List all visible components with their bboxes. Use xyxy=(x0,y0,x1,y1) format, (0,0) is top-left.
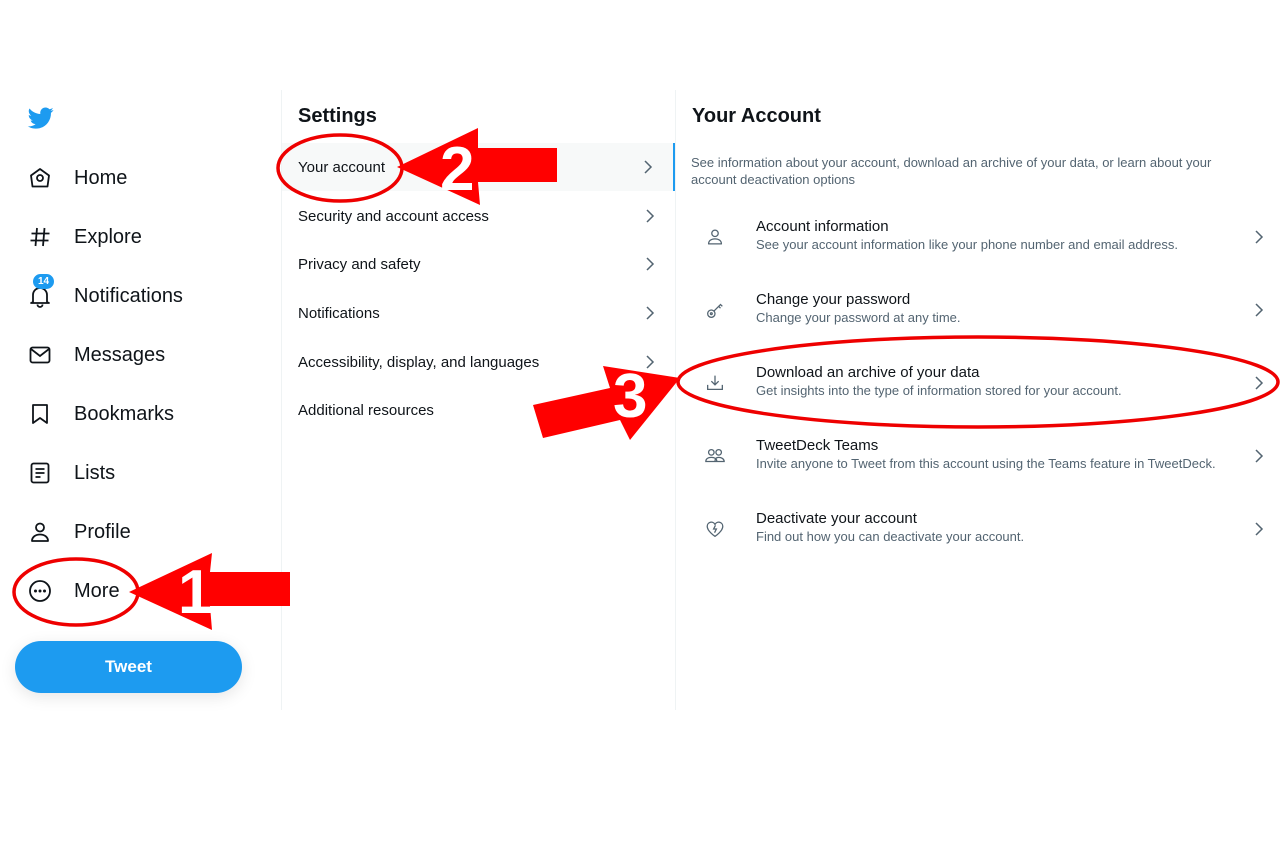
settings-item-label: Privacy and safety xyxy=(298,255,421,273)
bell-icon: 14 xyxy=(26,274,55,310)
nav-item-label: Explore xyxy=(74,225,142,248)
account-item-title: Change your password xyxy=(756,291,911,308)
settings-item-security[interactable]: Security and account access xyxy=(282,192,675,240)
more-circle-icon xyxy=(26,577,54,605)
account-item-subtitle: See your account information like your p… xyxy=(756,237,1179,252)
nav-item-profile[interactable]: Profile xyxy=(26,512,131,552)
account-item-subtitle: Find out how you can deactivate your acc… xyxy=(756,529,1025,544)
nav-item-explore[interactable]: Explore xyxy=(26,217,142,257)
chevron-right-icon xyxy=(1255,449,1264,463)
account-item-title: Account information xyxy=(756,218,889,235)
chevron-right-icon xyxy=(1255,522,1264,536)
settings-item-notifications[interactable]: Notifications xyxy=(282,289,675,337)
your-account-title: Your Account xyxy=(692,105,821,127)
settings-item-label: Security and account access xyxy=(298,207,489,225)
account-item-deactivate[interactable]: Deactivate your account Find out how you… xyxy=(676,498,1280,560)
envelope-icon xyxy=(26,341,54,369)
nav-item-label: More xyxy=(74,579,120,602)
settings-item-label: Additional resources xyxy=(298,401,434,419)
settings-menu: Settings Your account Security and accou… xyxy=(282,90,675,710)
account-item-download-archive[interactable]: Download an archive of your data Get ins… xyxy=(676,352,1280,414)
nav-item-label: Bookmarks xyxy=(74,402,175,425)
nav-item-label: Notifications xyxy=(74,284,183,307)
nav-item-lists[interactable]: Lists xyxy=(26,453,115,493)
your-account-description: See information about your account, down… xyxy=(691,155,1212,187)
account-item-subtitle: Get insights into the type of informatio… xyxy=(756,383,1122,398)
nav-item-more[interactable]: More xyxy=(26,571,120,611)
nav-item-label: Home xyxy=(74,166,128,189)
account-item-change-password[interactable]: Change your password Change your passwor… xyxy=(676,279,1280,341)
nav-item-notifications[interactable]: 14 Notifications xyxy=(26,274,183,316)
nav-item-home[interactable]: Home xyxy=(26,158,127,198)
account-item-title: Deactivate your account xyxy=(756,510,917,527)
account-item-account-information[interactable]: Account information See your account inf… xyxy=(676,206,1280,268)
notification-count-badge: 14 xyxy=(33,274,55,289)
account-item-subtitle: Invite anyone to Tweet from this account… xyxy=(756,456,1216,471)
home-icon xyxy=(26,164,54,192)
settings-item-label: Accessibility, display, and languages xyxy=(298,353,540,371)
bookmark-icon xyxy=(26,400,54,428)
chevron-right-icon xyxy=(1255,230,1264,244)
settings-item-your-account[interactable]: Your account xyxy=(282,143,675,191)
tweet-button[interactable]: Tweet xyxy=(15,641,242,693)
account-item-tweetdeck-teams[interactable]: TweetDeck Teams Invite anyone to Tweet f… xyxy=(676,425,1280,487)
hashtag-icon xyxy=(26,223,54,251)
settings-item-privacy[interactable]: Privacy and safety xyxy=(282,240,675,288)
settings-item-label: Your account xyxy=(298,158,386,176)
primary-navigation: Home Explore 14 Notifications Messages B… xyxy=(0,90,282,710)
list-icon xyxy=(26,459,54,487)
nav-item-label: Profile xyxy=(74,520,131,543)
download-icon xyxy=(707,375,723,391)
broken-heart-icon xyxy=(706,521,724,537)
chevron-right-icon xyxy=(646,257,655,271)
account-item-title: Download an archive of your data xyxy=(756,364,980,381)
account-item-title: TweetDeck Teams xyxy=(756,437,879,454)
chevron-right-icon xyxy=(1255,376,1264,390)
person-icon xyxy=(26,518,54,546)
chevron-right-icon xyxy=(644,160,653,174)
people-icon xyxy=(705,448,725,463)
chevron-right-icon xyxy=(646,355,655,369)
nav-item-label: Lists xyxy=(74,461,116,484)
twitter-bird-icon[interactable] xyxy=(26,105,56,131)
settings-title: Settings xyxy=(298,105,377,127)
settings-item-accessibility[interactable]: Accessibility, display, and languages xyxy=(282,338,675,386)
chevron-right-icon xyxy=(646,306,655,320)
settings-item-additional-resources[interactable]: Additional resources xyxy=(282,386,675,434)
nav-item-messages[interactable]: Messages xyxy=(26,335,165,375)
settings-item-label: Notifications xyxy=(298,304,380,322)
nav-item-bookmarks[interactable]: Bookmarks xyxy=(26,394,174,434)
person-icon xyxy=(707,229,723,245)
nav-item-label: Messages xyxy=(74,343,166,366)
key-icon xyxy=(707,303,723,318)
your-account-panel: Your Account See information about your … xyxy=(676,90,1280,710)
account-item-subtitle: Change your password at any time. xyxy=(756,310,961,325)
chevron-right-icon xyxy=(1255,303,1264,317)
chevron-right-icon xyxy=(646,209,655,223)
